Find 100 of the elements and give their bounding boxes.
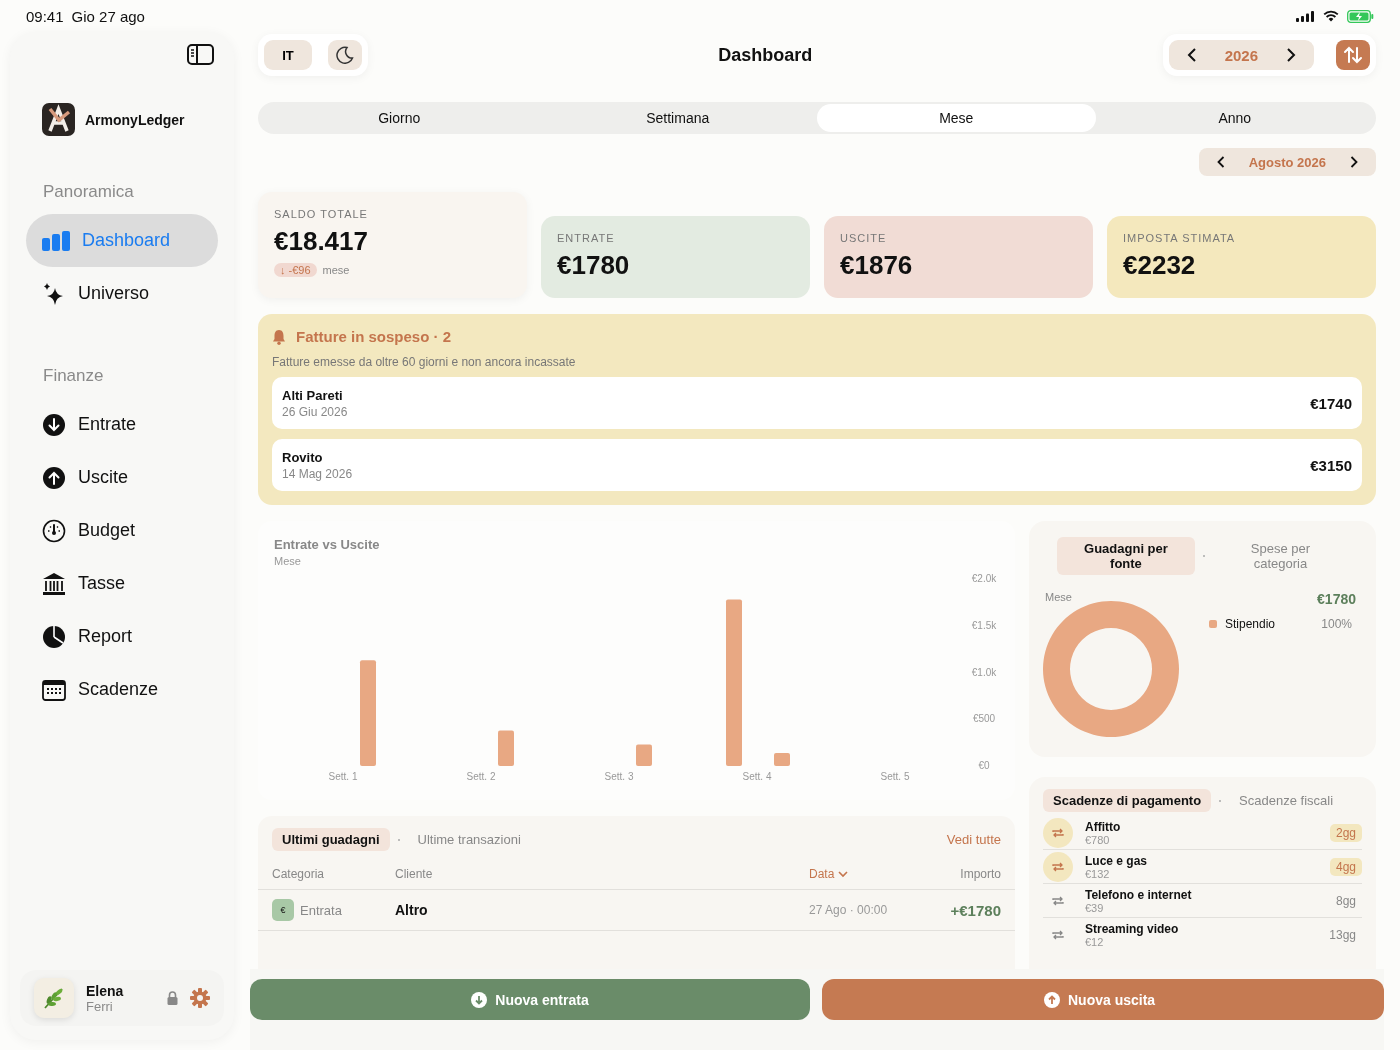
calendar-icon xyxy=(42,678,66,701)
period-tab[interactable]: Giorno xyxy=(260,104,539,132)
panel-tab[interactable]: Guadagni per fonte xyxy=(1057,537,1195,575)
bank-icon xyxy=(42,571,66,596)
stat-value: €18.417 xyxy=(274,226,369,257)
pie-chart-icon xyxy=(42,624,66,649)
signal-icon xyxy=(1296,10,1315,22)
stat-label: ENTRATE xyxy=(557,232,616,244)
axis-category-label: Sett. 4 xyxy=(742,771,772,782)
bell-icon xyxy=(272,328,286,345)
chevron-left-icon[interactable] xyxy=(1186,48,1197,62)
app-name: ArmonyLedger xyxy=(85,111,185,128)
chart-bar xyxy=(774,752,790,766)
chart-bar xyxy=(636,744,652,766)
axis-tick-label: €1.5k xyxy=(971,619,997,631)
panel-title: Fatture in sospeso · 2 xyxy=(296,328,452,345)
days-left-label: 13gg xyxy=(1328,926,1357,944)
moon-icon xyxy=(336,46,354,64)
sidebar-section-title: Panoramica xyxy=(43,182,135,202)
panel-subtitle: Fatture emesse da oltre 60 giorni e non ancora incassate xyxy=(272,355,577,369)
chevron-right-icon[interactable] xyxy=(1286,48,1296,62)
category-badge: € xyxy=(272,899,294,921)
axis-tick-label: €1.0k xyxy=(971,666,997,678)
language-button[interactable]: IT xyxy=(264,40,312,70)
settings-icon[interactable] xyxy=(190,988,210,1008)
chart-subtitle: Mese xyxy=(274,555,302,567)
sidebar-section-title: Finanze xyxy=(43,366,105,386)
sidebar-toggle-icon[interactable] xyxy=(187,44,214,65)
deadline-amount: €132 xyxy=(1085,867,1111,880)
stat-label: USCITE xyxy=(840,232,888,244)
total-amount: €1780 xyxy=(1317,591,1356,607)
stat-label: IMPOSTA STIMATA xyxy=(1123,232,1237,244)
invoice-row[interactable]: Rovito 14 Mag 2026 €3150 xyxy=(272,439,1362,491)
stat-value: €2232 xyxy=(1123,250,1197,281)
arrows-up-down-icon xyxy=(1343,45,1363,65)
invoice-amount: €1740 xyxy=(1310,394,1352,412)
lock-icon[interactable] xyxy=(167,991,178,1005)
panel-tab[interactable]: Ultimi guadagni xyxy=(272,828,390,851)
stat-value: €1876 xyxy=(840,250,914,281)
panel-tab[interactable]: Scadenze di pagamento xyxy=(1043,789,1212,812)
sidebar-item[interactable]: Uscite xyxy=(26,451,218,504)
arrow-up-circle-icon xyxy=(1044,991,1060,1008)
page-title: Dashboard xyxy=(717,44,814,66)
axis-category-label: Sett. 1 xyxy=(328,771,358,782)
sidebar-item[interactable]: Universo xyxy=(26,267,218,320)
status-date: Gio 27 ago xyxy=(71,7,145,25)
chevron-down-icon xyxy=(838,870,849,878)
chart-bar xyxy=(498,730,514,766)
year-label: 2026 xyxy=(1224,46,1258,64)
period-tab[interactable]: Settimana xyxy=(538,104,817,132)
arrow-down-circle-icon xyxy=(42,412,66,437)
axis-tick-label: €0 xyxy=(978,760,990,771)
days-left-label: 8gg xyxy=(1334,892,1357,910)
invoice-row[interactable]: Alti Pareti 26 Giu 2026 €1740 xyxy=(272,377,1362,429)
sidebar-item[interactable]: Budget xyxy=(26,504,218,557)
chart-title: Entrate vs Uscite xyxy=(274,537,381,552)
legend-value: 100% xyxy=(1321,617,1352,631)
stat-value: €1780 xyxy=(557,250,631,281)
deadline-name: Streaming video xyxy=(1085,921,1180,936)
period-tab[interactable]: Mese xyxy=(817,104,1096,132)
bar-chart-icon xyxy=(42,230,70,251)
stat-label: SALDO TOTALE xyxy=(274,208,369,220)
battery-icon xyxy=(1347,9,1374,23)
user-first-name: Elena xyxy=(86,982,125,999)
period-tab[interactable]: Anno xyxy=(1095,104,1374,132)
deadline-amount: €12 xyxy=(1085,935,1104,948)
wifi-icon xyxy=(1323,10,1339,22)
user-last-name: Ferri xyxy=(86,998,114,1014)
leaf-icon xyxy=(42,986,66,1010)
table-cell-text: +€1780 xyxy=(949,901,1001,919)
sidebar-item[interactable]: Report xyxy=(26,610,218,663)
deadline-amount: €780 xyxy=(1085,833,1111,846)
table-row[interactable]: € Entrata Altro 27 Ago · 00:00 +€1780 xyxy=(258,890,1015,931)
axis-tick-label: €500 xyxy=(972,713,996,725)
month-label: Agosto 2026 xyxy=(1248,154,1326,170)
deadline-name: Telefono e internet xyxy=(1085,887,1193,902)
chevron-left-icon[interactable] xyxy=(1216,156,1225,168)
deadline-name: Luce e gas xyxy=(1085,853,1149,868)
deadline-name: Affitto xyxy=(1085,819,1122,834)
axis-category-label: Sett. 2 xyxy=(466,771,496,782)
change-badge: ↓ -€96 xyxy=(274,263,317,277)
axis-category-label: Sett. 3 xyxy=(604,771,634,782)
table-cell: Entrata xyxy=(300,902,342,918)
app-logo-icon xyxy=(42,103,75,136)
table-cell-text: 27 Ago · 00:00 xyxy=(809,903,889,917)
dark-mode-button[interactable] xyxy=(328,40,362,70)
sort-button[interactable] xyxy=(1336,40,1370,70)
period-label: Mese xyxy=(1045,591,1072,605)
sidebar-item[interactable]: Tasse xyxy=(26,557,218,610)
arrow-up-circle-icon xyxy=(42,465,66,490)
axis-category-label: Sett. 5 xyxy=(880,771,910,782)
gauge-icon xyxy=(42,518,66,543)
invoice-date: 14 Mag 2026 xyxy=(282,466,354,481)
days-left-badge: 4gg xyxy=(1329,857,1362,876)
table-cell-text: Altro xyxy=(395,902,429,918)
invoice-date: 26 Giu 2026 xyxy=(282,404,349,419)
sidebar-item[interactable]: Scadenze xyxy=(26,663,218,716)
chevron-right-icon[interactable] xyxy=(1350,156,1358,168)
sidebar-item[interactable]: Entrate xyxy=(26,398,218,451)
new-income-button[interactable]: Nuova entrata xyxy=(250,979,810,1020)
